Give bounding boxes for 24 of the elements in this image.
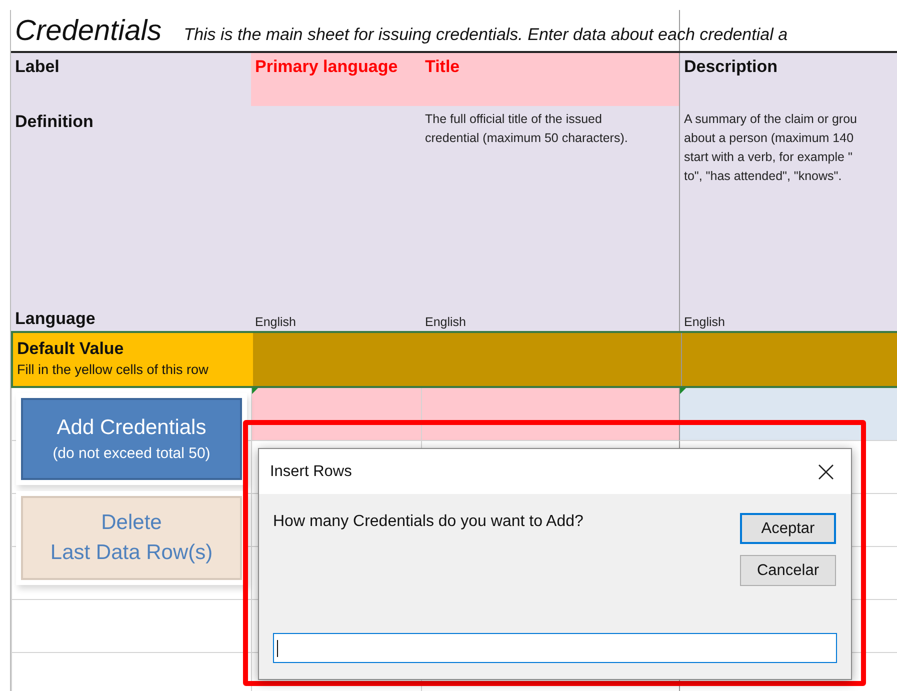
language-value: English	[255, 315, 296, 329]
column-header-cell: Primary language	[251, 53, 421, 106]
table-cell[interactable]	[251, 388, 421, 441]
language-value: English	[684, 315, 725, 329]
language-value: English	[425, 315, 466, 329]
row-header: Definition	[15, 112, 94, 132]
dialog-button[interactable]: Aceptar	[740, 513, 836, 544]
table-cell[interactable]	[421, 388, 679, 441]
definition-text: The full official title of the issued credential (maximum 50 characters).	[425, 111, 629, 147]
dialog-prompt: How many Credentials do you want to Add?	[273, 513, 584, 531]
definition-text: A summary of the claim or grou about a person (maximum 140 start with a verb, for example " to", "has attended", "knows".	[684, 111, 858, 185]
dialog-button[interactable]: Cancelar	[740, 555, 836, 586]
column-header-cell: Description	[679, 53, 897, 106]
input-field[interactable]	[273, 633, 837, 663]
row-header: Language	[15, 309, 96, 329]
row-header: Label	[15, 57, 60, 76]
dialog-title: Insert Rows	[270, 462, 352, 480]
error-indicator-icon	[252, 388, 258, 394]
sheet-title: Credentials	[15, 15, 162, 49]
table-cell[interactable]	[679, 388, 897, 441]
sheet-subtitle: This is the main sheet for issuing credentials. Enter data about each credential a	[184, 25, 788, 46]
error-indicator-icon	[680, 388, 686, 394]
close-icon[interactable]	[818, 464, 834, 480]
column-header-cell: Title	[421, 53, 679, 106]
